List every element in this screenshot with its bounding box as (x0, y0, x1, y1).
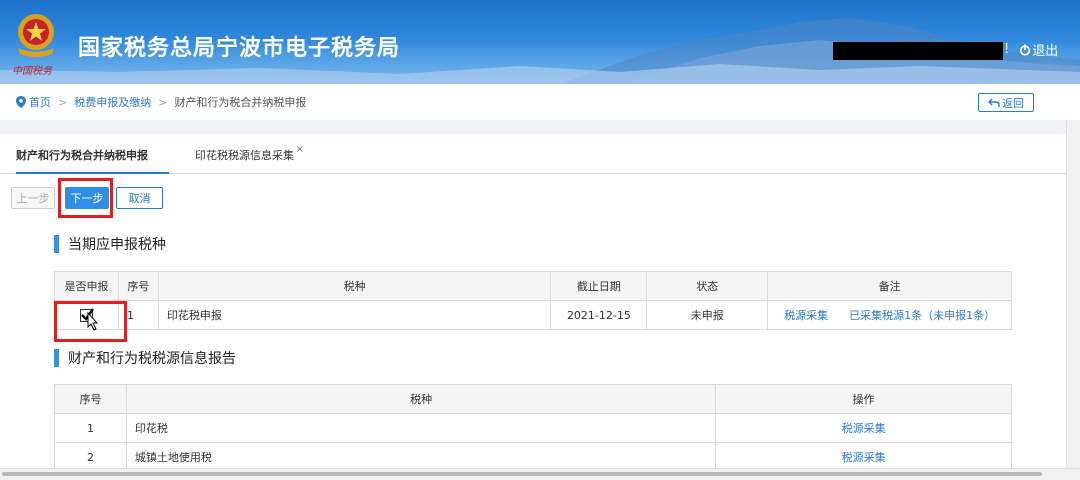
cancel-button[interactable]: 取消 (116, 187, 163, 209)
col-header: 备注 (767, 271, 1012, 301)
row-deadline: 2021-12-15 (550, 300, 648, 330)
row-seq: 1 (54, 413, 127, 443)
next-step-button[interactable]: 下一步 (65, 187, 109, 209)
tax-source-collection-link[interactable]: 税源采集 (784, 309, 828, 322)
prev-step-button[interactable]: 上一步 (11, 187, 55, 209)
section-title-source-report: 财产和行为税税源信息报告 (54, 348, 236, 368)
breadcrumb: 首页 > 税费申报及缴纳 > 财产和行为税合并纳税申报 返回 (0, 84, 1080, 120)
section-title-text: 财产和行为税税源信息报告 (68, 351, 236, 367)
tab-label: 财产和行为税合并纳税申报 (16, 149, 148, 162)
col-header: 税种 (157, 271, 552, 301)
col-header: 序号 (117, 271, 159, 301)
breadcrumb-current: 财产和行为税合并纳税申报 (174, 96, 307, 109)
tab-label: 印花税税源信息采集 (195, 149, 294, 162)
site-header: 中国税务 国家税务总局宁波市电子税务局 ! 退出 (0, 0, 1080, 84)
collected-sources-link[interactable]: 已采集税源1条（未申报1条） (849, 309, 995, 322)
row-notes: 税源采集 已采集税源1条（未申报1条） (767, 300, 1012, 330)
row-tax-name: 印花税申报 (157, 300, 552, 330)
section-accent-bar (54, 349, 59, 367)
row-status: 未申报 (646, 300, 769, 330)
logout-label: 退出 (1032, 44, 1059, 59)
chevron-right-icon: > (58, 95, 68, 109)
scrollbar-thumb[interactable] (2, 472, 1042, 476)
logout-link[interactable]: 退出 (1019, 40, 1058, 59)
col-header: 状态 (646, 271, 769, 301)
table-header-row: 序号 税种 操作 (54, 384, 1012, 414)
redacted-username (833, 42, 1003, 60)
tax-emblem-icon (18, 14, 54, 57)
source-report-table: 序号 税种 操作 1 印花税 税源采集 2 城镇土地使用税 税源采集 (54, 384, 1012, 472)
section-title-text: 当期应申报税种 (68, 237, 166, 253)
col-header: 序号 (54, 384, 127, 414)
tab-bar: 财产和行为税合并纳税申报 印花税税源信息采集 × (0, 134, 1080, 174)
breadcrumb-home[interactable]: 首页 (29, 94, 51, 110)
tab-stamp-tax-collection[interactable]: 印花税税源信息采集 × (195, 134, 304, 174)
col-header: 操作 (715, 384, 1012, 414)
current-taxes-table: 是否申报 序号 税种 截止日期 状态 备注 1 印花税申报 2021-12-15… (54, 271, 1012, 330)
section-title-current-taxes: 当期应申报税种 (54, 234, 166, 254)
return-arrow-icon (988, 98, 1000, 107)
table-row: 1 印花税申报 2021-12-15 未申报 税源采集 已采集税源1条（未申报1… (54, 300, 1012, 330)
tax-source-collection-link[interactable]: 税源采集 (715, 413, 1012, 443)
col-header: 是否申报 (54, 271, 119, 301)
close-icon[interactable]: × (296, 128, 304, 172)
site-title: 国家税务总局宁波市电子税务局 (78, 36, 401, 61)
breadcrumb-tax-filing[interactable]: 税费申报及缴纳 (74, 94, 151, 110)
table-row: 1 印花税 税源采集 (54, 413, 1012, 443)
user-icon-partial: ! (1004, 42, 1010, 57)
tab-combined-declaration[interactable]: 财产和行为税合并纳税申报 (16, 134, 169, 174)
table-header-row: 是否申报 序号 税种 截止日期 状态 备注 (54, 271, 1012, 301)
chevron-right-icon: > (158, 95, 168, 109)
emblem-caption: 中国税务 (12, 66, 52, 77)
col-header: 税种 (125, 384, 717, 414)
user-area: ! 退出 (1004, 40, 1058, 59)
horizontal-scrollbar[interactable] (0, 468, 1080, 480)
location-pin-icon (16, 96, 26, 108)
back-label: 返回 (1002, 96, 1024, 110)
vertical-scrollbar[interactable] (1066, 120, 1080, 470)
mouse-cursor-icon (87, 312, 99, 331)
back-button[interactable]: 返回 (978, 93, 1034, 112)
row-seq: 1 (117, 300, 159, 330)
col-header: 截止日期 (550, 271, 648, 301)
section-accent-bar (54, 235, 59, 253)
row-tax-name: 印花税 (125, 413, 717, 443)
power-icon (1020, 44, 1031, 56)
section-divider (0, 120, 1080, 134)
